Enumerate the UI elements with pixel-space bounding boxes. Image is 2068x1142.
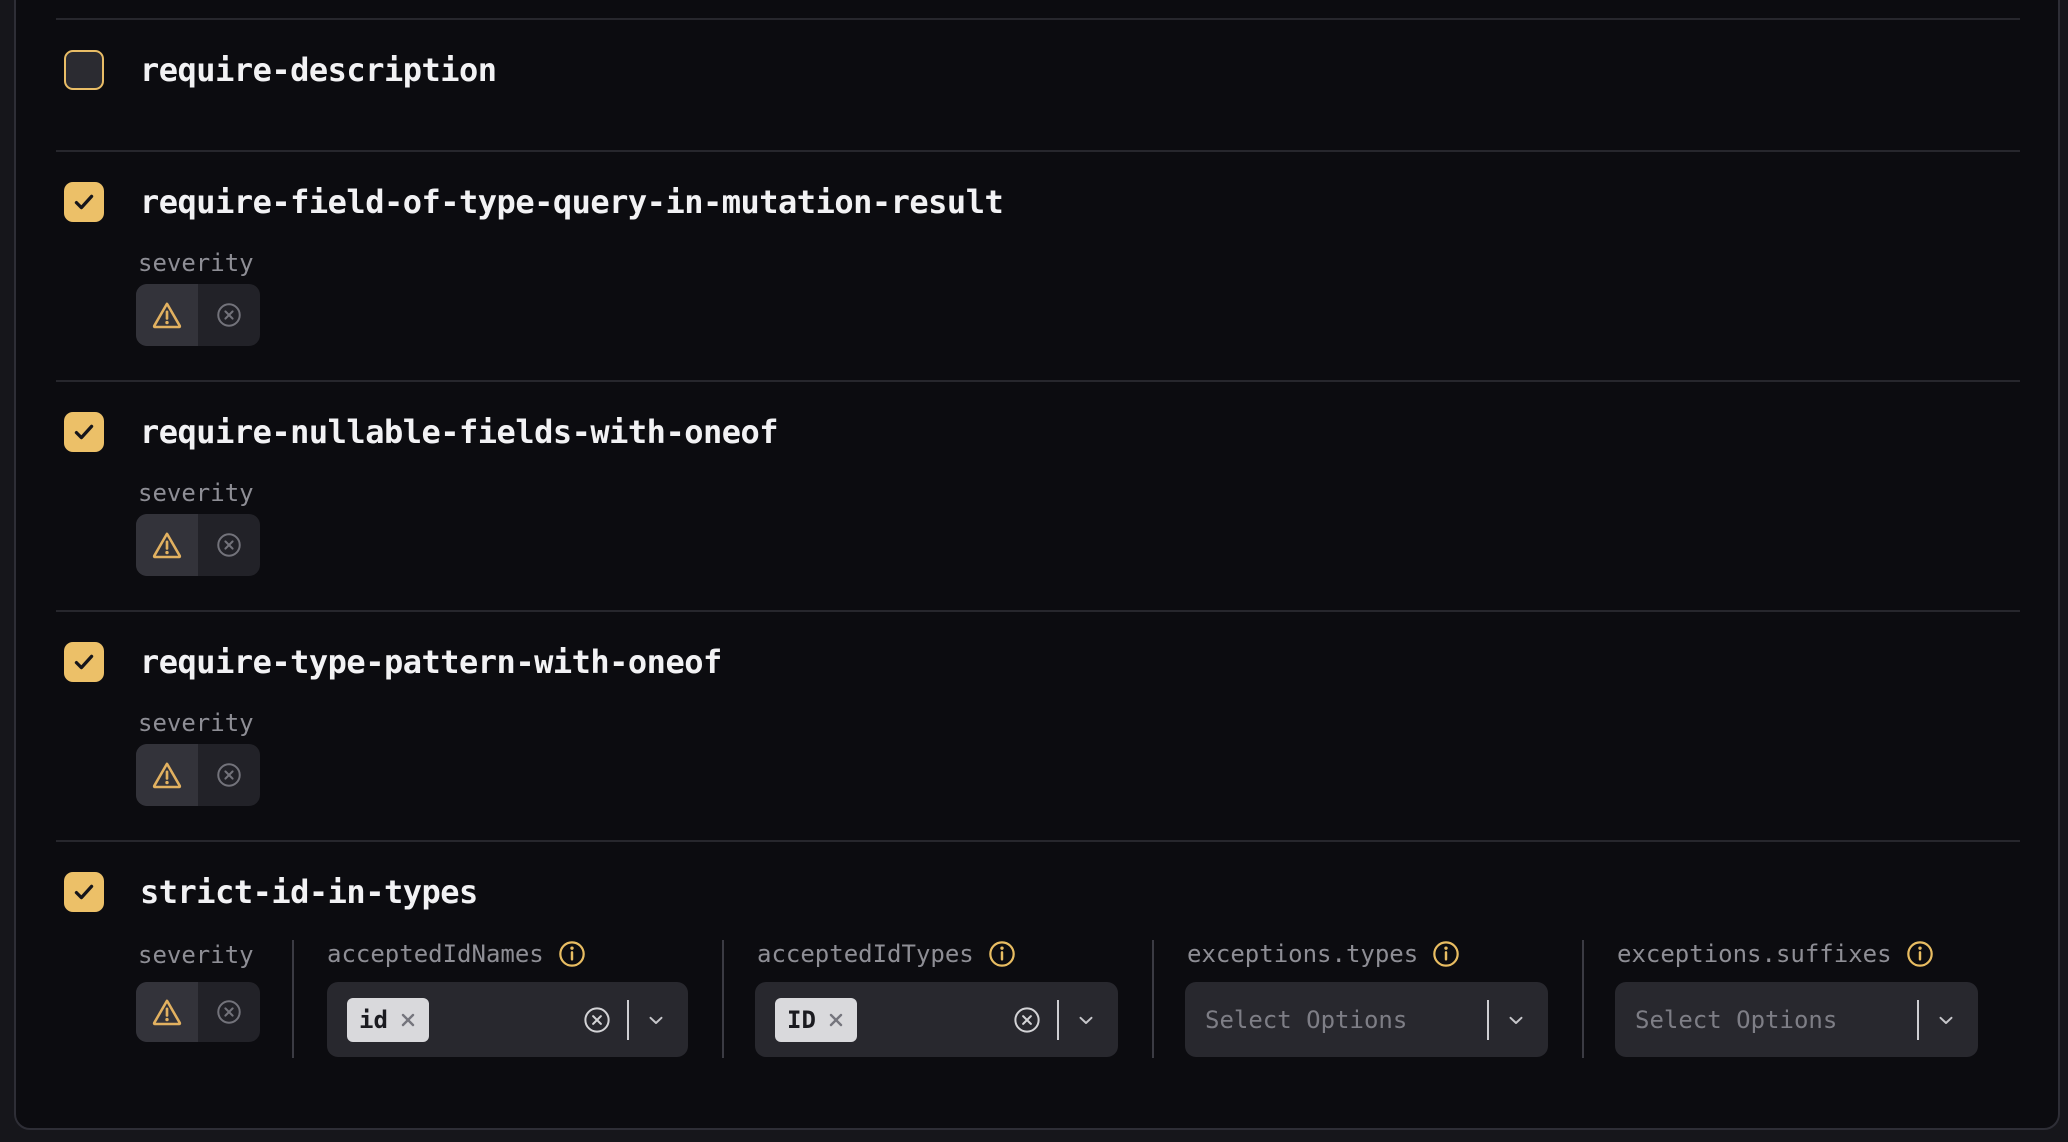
rule-title: strict-id-in-types	[140, 872, 478, 912]
warning-triangle-icon	[151, 300, 183, 330]
tag-chip: ID	[775, 998, 857, 1042]
rule-checkbox-require-field-of-type-query-in-mutation-result[interactable]	[64, 182, 104, 222]
check-icon	[71, 879, 97, 905]
warning-triangle-icon	[151, 997, 183, 1027]
row-divider	[56, 18, 2020, 20]
remove-tag-icon[interactable]	[827, 1011, 845, 1029]
select-placeholder: Select Options	[1205, 1006, 1407, 1034]
tag-chip: id	[347, 998, 429, 1042]
circle-x-icon	[215, 531, 243, 559]
clear-selection-icon[interactable]	[582, 1005, 612, 1035]
circle-x-icon	[215, 761, 243, 789]
row-divider	[56, 150, 2020, 152]
chevron-down-icon[interactable]	[1504, 1008, 1528, 1032]
exceptions-suffixes-select[interactable]: Select Options	[1615, 982, 1978, 1057]
clear-selection-icon[interactable]	[1012, 1005, 1042, 1035]
acceptedIdNames-label: acceptedIdNames	[327, 940, 586, 968]
rule-title: require-nullable-fields-with-oneof	[140, 412, 778, 452]
severity-off-button[interactable]	[198, 284, 260, 346]
chevron-down-icon[interactable]	[1074, 1008, 1098, 1032]
rule-checkbox-require-type-pattern-with-oneof[interactable]	[64, 642, 104, 682]
select-divider	[1057, 1000, 1059, 1040]
exceptions-types-select[interactable]: Select Options	[1185, 982, 1548, 1057]
tag-chip-label: id	[359, 1008, 388, 1032]
severity-toggle	[136, 982, 260, 1042]
info-icon[interactable]	[558, 940, 586, 968]
rule-checkbox-require-description[interactable]	[64, 50, 104, 90]
severity-label: severity	[138, 942, 254, 969]
severity-label: severity	[138, 710, 254, 737]
info-icon[interactable]	[1906, 940, 1934, 968]
tag-chip-label: ID	[787, 1008, 816, 1032]
severity-warn-button[interactable]	[136, 284, 198, 346]
severity-off-button[interactable]	[198, 744, 260, 806]
rule-title: require-type-pattern-with-oneof	[140, 642, 722, 682]
acceptedIdTypes-select[interactable]: ID	[755, 982, 1118, 1057]
chevron-down-icon[interactable]	[1934, 1008, 1958, 1032]
severity-warn-button[interactable]	[136, 514, 198, 576]
severity-warn-button[interactable]	[136, 982, 198, 1042]
row-divider	[56, 610, 2020, 612]
select-placeholder: Select Options	[1635, 1006, 1837, 1034]
select-divider	[627, 1000, 629, 1040]
rule-title: require-description	[140, 50, 497, 90]
row-divider	[56, 380, 2020, 382]
chevron-down-icon[interactable]	[644, 1008, 668, 1032]
exceptions-types-label: exceptions.types	[1187, 940, 1460, 968]
severity-off-button[interactable]	[198, 982, 260, 1042]
info-icon[interactable]	[1432, 940, 1460, 968]
select-divider	[1487, 1000, 1489, 1040]
remove-tag-icon[interactable]	[399, 1011, 417, 1029]
column-divider	[1152, 940, 1154, 1058]
acceptedIdNames-select[interactable]: id	[327, 982, 688, 1057]
severity-warn-button[interactable]	[136, 744, 198, 806]
exceptions-suffixes-label: exceptions.suffixes	[1617, 940, 1934, 968]
check-icon	[71, 649, 97, 675]
warning-triangle-icon	[151, 530, 183, 560]
acceptedIdTypes-label: acceptedIdTypes	[757, 940, 1016, 968]
circle-x-icon	[215, 998, 243, 1026]
select-divider	[1917, 1000, 1919, 1040]
severity-label: severity	[138, 250, 254, 277]
column-divider	[1582, 940, 1584, 1058]
rule-checkbox-strict-id-in-types[interactable]	[64, 872, 104, 912]
severity-toggle	[136, 744, 260, 806]
check-icon	[71, 189, 97, 215]
info-icon[interactable]	[988, 940, 1016, 968]
column-divider	[292, 940, 294, 1058]
circle-x-icon	[215, 301, 243, 329]
check-icon	[71, 419, 97, 445]
rule-title: require-field-of-type-query-in-mutation-…	[140, 182, 1003, 222]
severity-label: severity	[138, 480, 254, 507]
severity-off-button[interactable]	[198, 514, 260, 576]
warning-triangle-icon	[151, 760, 183, 790]
row-divider	[56, 840, 2020, 842]
rule-checkbox-require-nullable-fields-with-oneof[interactable]	[64, 412, 104, 452]
severity-toggle	[136, 514, 260, 576]
severity-toggle	[136, 284, 260, 346]
column-divider	[722, 940, 724, 1058]
